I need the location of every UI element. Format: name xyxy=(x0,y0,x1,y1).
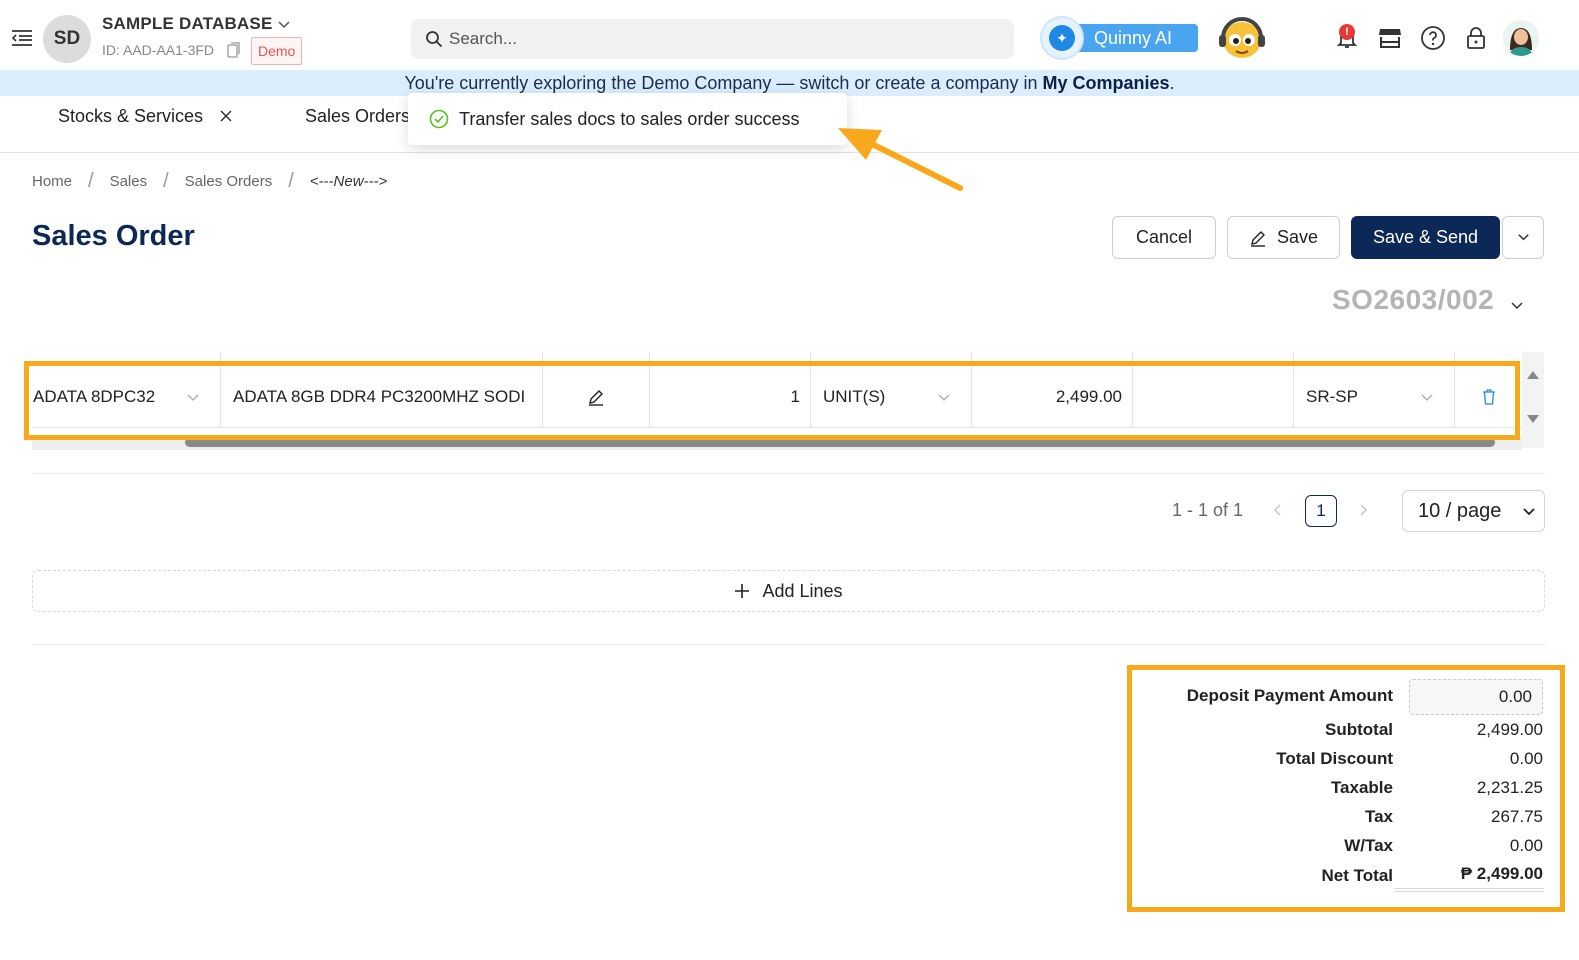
horizontal-scrollbar[interactable] xyxy=(185,438,1495,447)
search-icon xyxy=(426,31,443,48)
database-id: ID: AAD-AA1-3FD xyxy=(102,42,215,58)
help-icon[interactable] xyxy=(1420,25,1446,51)
breadcrumb-separator: / xyxy=(288,170,294,192)
edit-icon xyxy=(1250,230,1265,247)
edit-description-button[interactable] xyxy=(543,366,650,428)
tab-sales-orders[interactable]: Sales Orders xyxy=(305,106,410,127)
uom-select[interactable]: UNIT(S) xyxy=(811,366,972,428)
chevron-down-icon xyxy=(1523,508,1535,516)
breadcrumb: Home / Sales / Sales Orders / <---New---… xyxy=(32,170,387,193)
chevron-down-icon xyxy=(1421,394,1433,401)
user-avatar[interactable] xyxy=(1503,20,1539,56)
description-field[interactable]: ADATA 8GB DDR4 PC3200MHZ SODI xyxy=(221,366,543,428)
column-divider xyxy=(221,352,543,366)
breadcrumb-sales[interactable]: Sales xyxy=(110,173,148,190)
edit-icon xyxy=(589,390,603,406)
chevron-left-icon[interactable] xyxy=(1270,502,1286,518)
my-companies-link[interactable]: My Companies xyxy=(1043,73,1170,93)
tax-code-select[interactable]: SR-SP xyxy=(1294,366,1455,428)
more-actions-button[interactable] xyxy=(1502,216,1544,259)
breadcrumb-current: <---New---> xyxy=(309,173,388,190)
save-send-button[interactable]: Save & Send xyxy=(1351,216,1500,259)
tab-stocks-services[interactable]: Stocks & Services xyxy=(58,106,203,127)
pagination-range: 1 - 1 of 1 xyxy=(1172,500,1244,520)
breadcrumb-home[interactable]: Home xyxy=(32,173,72,190)
demo-banner-text: You're currently exploring the Demo Comp… xyxy=(404,73,1043,93)
chevron-down-icon xyxy=(187,394,199,401)
notification-badge: ! xyxy=(1339,24,1355,40)
toast-message: Transfer sales docs to sales order succe… xyxy=(459,108,800,129)
page-size-value: 10 / page xyxy=(1418,499,1502,522)
item-code-value: ADATA 8DPC32 xyxy=(33,387,156,406)
column-divider xyxy=(1133,352,1294,366)
search-bar[interactable] xyxy=(411,19,1014,59)
column-divider xyxy=(972,352,1133,366)
database-avatar: SD xyxy=(43,15,91,63)
store-icon[interactable] xyxy=(1377,25,1403,51)
discount-field[interactable] xyxy=(1133,366,1294,428)
chevron-down-icon xyxy=(938,394,950,401)
chevron-down-icon[interactable] xyxy=(1510,299,1524,313)
quinny-ai-label: Quinny AI xyxy=(1070,24,1198,52)
pagination-page-1[interactable]: 1 xyxy=(1305,495,1337,527)
search-input[interactable] xyxy=(449,29,989,49)
success-toast: Transfer sales docs to sales order succe… xyxy=(408,93,847,145)
annotation-arrow-icon xyxy=(838,128,963,191)
trash-icon xyxy=(1482,389,1495,405)
lock-icon[interactable] xyxy=(1463,25,1489,51)
column-divider xyxy=(32,352,221,366)
unit-price-field[interactable]: 2,499.00 xyxy=(972,366,1133,428)
add-lines-label: Add Lines xyxy=(762,580,843,601)
menu-fold-icon[interactable] xyxy=(10,26,34,50)
unit-price-value: 2,499.00 xyxy=(1055,387,1122,406)
column-divider xyxy=(650,352,811,366)
quinny-ai-button[interactable]: Quinny AI ✦ xyxy=(1040,16,1200,60)
document-number[interactable]: SO2603/002 xyxy=(1332,284,1494,316)
breadcrumb-sales-orders[interactable]: Sales Orders xyxy=(185,173,273,190)
totals-highlight-annotation xyxy=(1127,665,1565,912)
copy-icon[interactable] xyxy=(227,42,241,58)
plus-icon xyxy=(735,584,750,598)
breadcrumb-separator: / xyxy=(163,170,169,192)
chevron-down-icon xyxy=(1517,234,1529,241)
column-divider xyxy=(543,352,650,366)
save-button[interactable]: Save xyxy=(1227,216,1340,259)
add-lines-button[interactable]: Add Lines xyxy=(32,570,1545,612)
tax-code-value: SR-SP xyxy=(1306,387,1358,406)
page-size-select[interactable]: 10 / page xyxy=(1402,490,1545,532)
quantity-field[interactable]: 1 xyxy=(650,366,811,428)
database-name[interactable]: SAMPLE DATABASE xyxy=(102,14,273,34)
column-divider xyxy=(811,352,972,366)
scroll-down-icon[interactable] xyxy=(1522,412,1544,426)
divider xyxy=(32,644,1545,645)
breadcrumb-separator: / xyxy=(88,170,94,192)
page-title: Sales Order xyxy=(32,220,195,252)
save-button-label: Save xyxy=(1276,227,1319,247)
check-circle-icon xyxy=(429,109,449,129)
column-divider xyxy=(1294,352,1455,366)
demo-badge: Demo xyxy=(251,37,303,65)
vertical-scrollbar[interactable] xyxy=(1522,352,1544,448)
ai-sparkle-icon: ✦ xyxy=(1040,16,1084,60)
scroll-up-icon[interactable] xyxy=(1522,368,1544,382)
support-mascot-icon[interactable] xyxy=(1218,16,1266,62)
chevron-down-icon[interactable] xyxy=(276,17,292,33)
chevron-right-icon[interactable] xyxy=(1355,502,1371,518)
table-row: ADATA 8DPC32 ADATA 8GB DDR4 PC3200MHZ SO… xyxy=(32,366,1522,428)
cancel-button[interactable]: Cancel xyxy=(1112,216,1216,259)
uom-value: UNIT(S) xyxy=(823,387,886,406)
delete-line-button[interactable] xyxy=(1455,366,1522,428)
quantity-value: 1 xyxy=(790,387,800,406)
close-icon[interactable] xyxy=(219,109,233,123)
top-bar: SD SAMPLE DATABASE ID: AAD-AA1-3FD Demo … xyxy=(0,0,1579,70)
item-code-select[interactable]: ADATA 8DPC32 xyxy=(32,366,221,428)
demo-banner-suffix: . xyxy=(1169,73,1175,93)
description-value: ADATA 8GB DDR4 PC3200MHZ SODI xyxy=(233,387,526,406)
divider xyxy=(32,473,1545,474)
